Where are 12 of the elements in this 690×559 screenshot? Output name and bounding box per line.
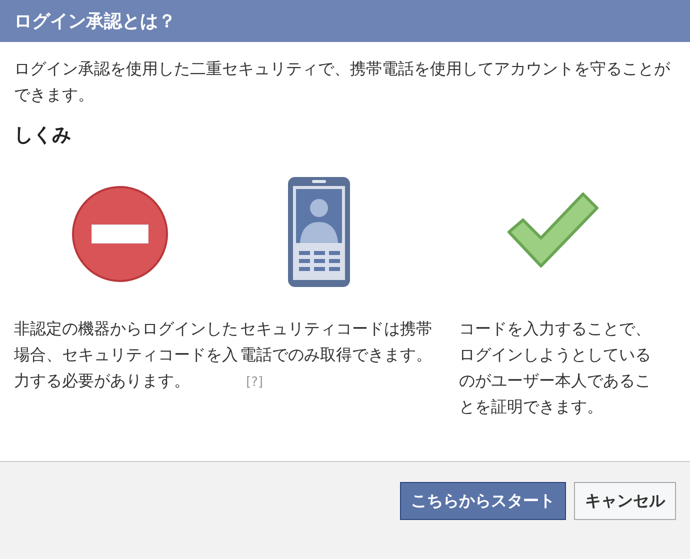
- cancel-button[interactable]: キャンセル: [574, 482, 676, 520]
- step-description: セキュリティコードは携帯電話でのみ取得できます。 [?]: [240, 318, 433, 392]
- checkmark-icon: [505, 190, 602, 270]
- mobile-phone-icon: [287, 176, 352, 288]
- section-heading: しくみ: [14, 123, 72, 148]
- start-button[interactable]: こちらからスタート: [400, 482, 566, 520]
- dialog-title: ログイン承認とは？: [0, 0, 690, 42]
- step-description: 非認定の機器からログインした場合、セキュリティコードを入力する必要があります。: [14, 318, 239, 392]
- intro-text: ログイン承認を使用した二重セキュリティで、携帯電話を使用してアカウントを守ることができます。: [14, 58, 672, 106]
- step-description: コードを入力することで、ログインしようとしているのがユーザー本人であることを証明できます。: [458, 318, 652, 418]
- no-entry-icon: [70, 184, 170, 284]
- help-link[interactable]: [?]: [246, 375, 264, 390]
